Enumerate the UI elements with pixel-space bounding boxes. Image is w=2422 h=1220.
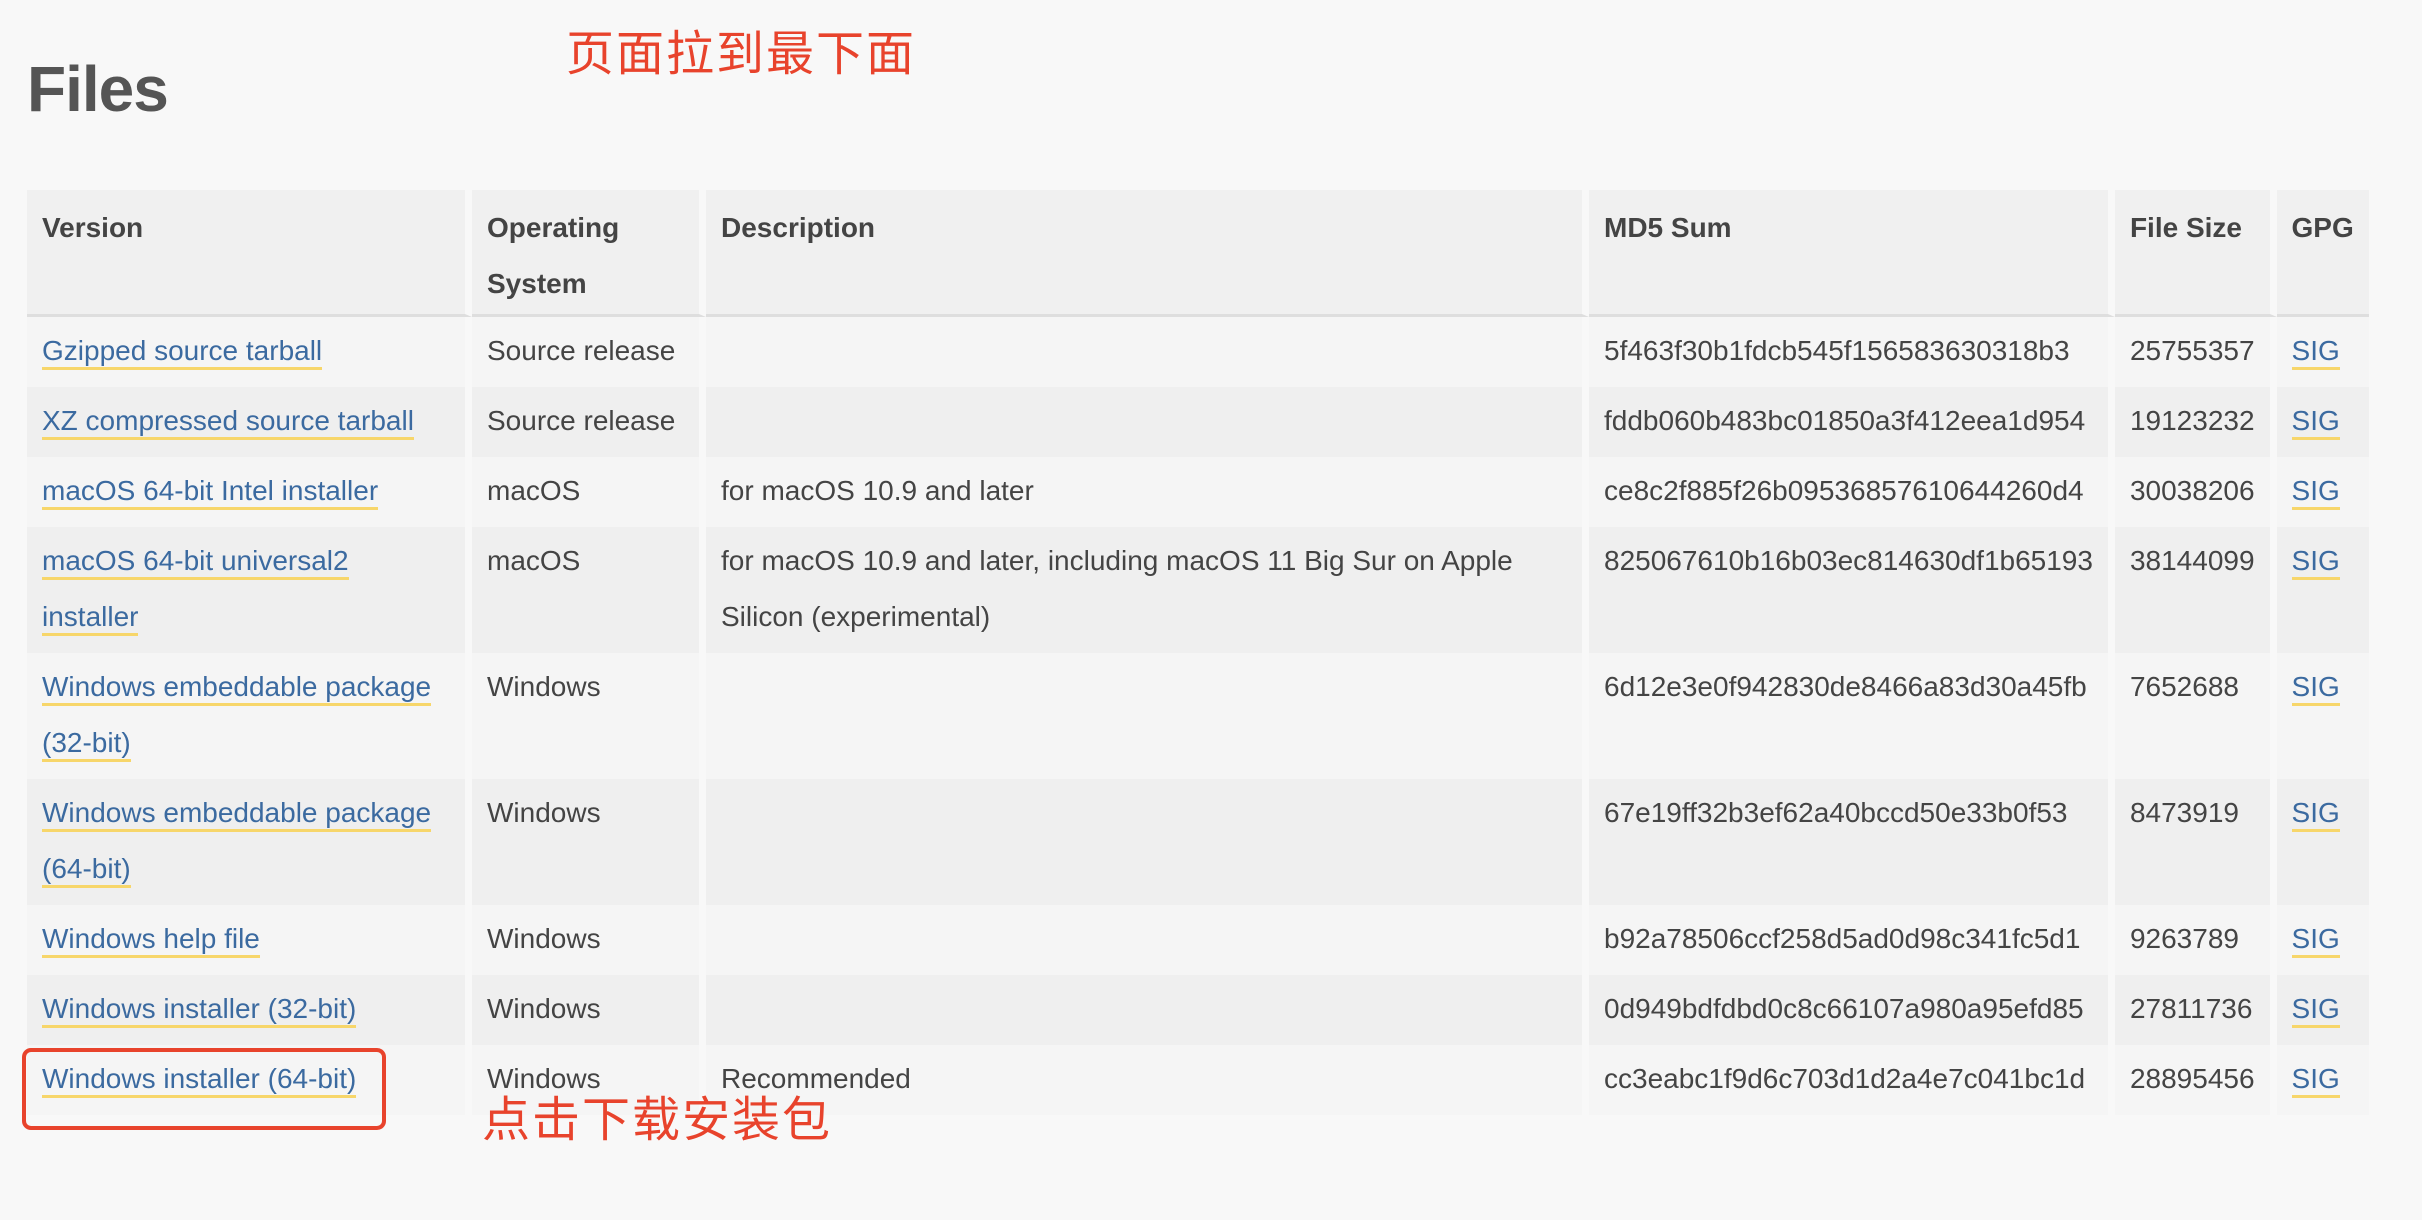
cell-file-size: 19123232	[2114, 387, 2277, 457]
cell-version: macOS 64-bit Intel installer	[27, 457, 472, 527]
sig-link[interactable]: SIG	[2291, 923, 2340, 958]
table-row: macOS 64-bit Intel installer macOS for mac…	[27, 457, 2369, 527]
table-row: Windows installer (64-bit) Windows Recomme…	[27, 1045, 2369, 1115]
cell-operating-system: Source release	[472, 387, 706, 457]
cell-file-size: 7652688	[2114, 653, 2277, 779]
sig-link[interactable]: SIG	[2291, 1063, 2340, 1098]
cell-description	[706, 975, 1589, 1045]
download-link[interactable]: Windows installer (32-bit)	[42, 993, 357, 1028]
cell-description	[706, 653, 1589, 779]
cell-operating-system: Windows	[472, 905, 706, 975]
cell-gpg: SIG	[2276, 457, 2369, 527]
table-row: Windows help file Windows b92a78506ccf258d…	[27, 905, 2369, 975]
cell-version: Windows help file	[27, 905, 472, 975]
cell-md5-sum: 825067610b16b03ec814630df1b65193	[1589, 527, 2115, 653]
page-title: Files	[27, 53, 169, 125]
cell-file-size: 38144099	[2114, 527, 2277, 653]
cell-version: XZ compressed source tarball	[27, 387, 472, 457]
cell-operating-system: macOS	[472, 457, 706, 527]
cell-gpg: SIG	[2276, 527, 2369, 653]
header-file-size: File Size	[2114, 190, 2277, 317]
cell-md5-sum: 6d12e3e0f942830de8466a83d30a45fb	[1589, 653, 2115, 779]
files-table: Version Operating System Description MD5…	[27, 190, 2369, 1115]
table-row: Windows embeddable package (64-bit) Windo…	[27, 779, 2369, 905]
download-link[interactable]: Windows help file	[42, 923, 260, 958]
sig-link[interactable]: SIG	[2291, 545, 2340, 580]
sig-link[interactable]: SIG	[2291, 335, 2340, 370]
header-md5-sum: MD5 Sum	[1589, 190, 2115, 317]
cell-md5-sum: ce8c2f885f26b09536857610644260d4	[1589, 457, 2115, 527]
table-row: Gzipped source tarball Source release 5f46…	[27, 317, 2369, 387]
cell-operating-system: Source release	[472, 317, 706, 387]
cell-version: Windows embeddable package (32-bit)	[27, 653, 472, 779]
cell-operating-system: Windows	[472, 653, 706, 779]
cell-gpg: SIG	[2276, 387, 2369, 457]
cell-file-size: 25755357	[2114, 317, 2277, 387]
cell-gpg: SIG	[2276, 1045, 2369, 1115]
cell-file-size: 28895456	[2114, 1045, 2277, 1115]
cell-operating-system: Windows	[472, 779, 706, 905]
sig-link[interactable]: SIG	[2291, 475, 2340, 510]
cell-description: for macOS 10.9 and later	[706, 457, 1589, 527]
cell-description	[706, 905, 1589, 975]
cell-operating-system: macOS	[472, 527, 706, 653]
header-version: Version	[27, 190, 472, 317]
download-link[interactable]: Windows installer (64-bit)	[42, 1063, 357, 1098]
cell-md5-sum: cc3eabc1f9d6c703d1d2a4e7c041bc1d	[1589, 1045, 2115, 1115]
cell-md5-sum: b92a78506ccf258d5ad0d98c341fc5d1	[1589, 905, 2115, 975]
cell-file-size: 27811736	[2114, 975, 2277, 1045]
download-link[interactable]: Windows embeddable package (32-bit)	[42, 671, 432, 762]
sig-link[interactable]: SIG	[2291, 797, 2340, 832]
cell-gpg: SIG	[2276, 653, 2369, 779]
header-description: Description	[706, 190, 1589, 317]
sig-link[interactable]: SIG	[2291, 405, 2340, 440]
download-link[interactable]: Windows embeddable package (64-bit)	[42, 797, 432, 888]
cell-description: Recommended	[706, 1045, 1589, 1115]
cell-version: Windows embeddable package (64-bit)	[27, 779, 472, 905]
download-link[interactable]: macOS 64-bit universal2 installer	[42, 545, 349, 636]
cell-version: Gzipped source tarball	[27, 317, 472, 387]
cell-gpg: SIG	[2276, 317, 2369, 387]
table-row: XZ compressed source tarball Source relea…	[27, 387, 2369, 457]
cell-description	[706, 317, 1589, 387]
cell-file-size: 9263789	[2114, 905, 2277, 975]
annotation-click-to-download: 点击下载安装包	[482, 1092, 833, 1148]
cell-operating-system: Windows	[472, 975, 706, 1045]
cell-md5-sum: 67e19ff32b3ef62a40bccd50e33b0f53	[1589, 779, 2115, 905]
cell-md5-sum: fddb060b483bc01850a3f412eea1d954	[1589, 387, 2115, 457]
cell-description	[706, 387, 1589, 457]
cell-version: Windows installer (64-bit)	[27, 1045, 472, 1115]
cell-version: Windows installer (32-bit)	[27, 975, 472, 1045]
download-link[interactable]: Gzipped source tarball	[42, 335, 323, 370]
annotation-scroll-to-bottom: 页面拉到最下面	[566, 26, 917, 82]
table-row: macOS 64-bit universal2 installer macOS fo…	[27, 527, 2369, 653]
cell-file-size: 30038206	[2114, 457, 2277, 527]
download-link[interactable]: XZ compressed source tarball	[42, 405, 414, 440]
cell-description	[706, 779, 1589, 905]
table-header-row: Version Operating System Description MD5…	[27, 190, 2369, 317]
table-row: Windows installer (32-bit) Windows 0d949bd…	[27, 975, 2369, 1045]
cell-md5-sum: 0d949bdfdbd0c8c66107a980a95efd85	[1589, 975, 2115, 1045]
cell-file-size: 8473919	[2114, 779, 2277, 905]
header-operating-system: Operating System	[472, 190, 706, 317]
header-gpg: GPG	[2276, 190, 2369, 317]
sig-link[interactable]: SIG	[2291, 993, 2340, 1028]
download-link[interactable]: macOS 64-bit Intel installer	[42, 475, 379, 510]
cell-gpg: SIG	[2276, 779, 2369, 905]
cell-version: macOS 64-bit universal2 installer	[27, 527, 472, 653]
cell-gpg: SIG	[2276, 905, 2369, 975]
sig-link[interactable]: SIG	[2291, 671, 2340, 706]
cell-description: for macOS 10.9 and later, including macO…	[706, 527, 1589, 653]
cell-md5-sum: 5f463f30b1fdcb545f156583630318b3	[1589, 317, 2115, 387]
cell-gpg: SIG	[2276, 975, 2369, 1045]
table-row: Windows embeddable package (32-bit) Windo…	[27, 653, 2369, 779]
